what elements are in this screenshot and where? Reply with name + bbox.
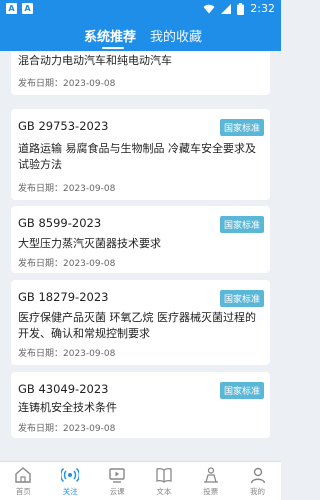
standard-type-badge: 国家标准 (219, 216, 264, 233)
nav-cloud-class[interactable]: 云课 (94, 462, 141, 500)
active-tab-indicator (102, 47, 124, 49)
wifi-icon (203, 4, 215, 13)
standard-card[interactable]: GB 29753-2023 国家标准 道路运输 易腐食品与生物制品 冷藏车安全要… (11, 109, 270, 200)
video-icon (109, 468, 125, 483)
publish-date: 发布日期：2023-09-08 (18, 79, 116, 89)
bottom-navigation: 首页 关注 云课 文本 投票 我的 (0, 461, 281, 500)
people-icon (203, 467, 218, 483)
home-icon (15, 467, 32, 483)
standard-card[interactable]: GB 8599-2023 国家标准 大型压力蒸汽灭菌器技术要求 发布日期：202… (11, 206, 270, 273)
nav-mine[interactable]: 我的 (234, 462, 281, 500)
signal-icon (221, 3, 232, 14)
standard-title: 医疗保健产品灭菌 环氧乙烷 医疗器械灭菌过程的开发、确认和常规控制要求 (18, 311, 256, 340)
status-time: 2:32 (250, 2, 275, 15)
standard-type-badge: 国家标准 (219, 290, 264, 307)
nav-text[interactable]: 文本 (140, 462, 187, 500)
top-tab-bar: 系统推荐 我的收藏 (0, 19, 281, 51)
notification-icon: A (22, 3, 33, 14)
standard-title: 混合动力电动汽车和纯电动汽车 (18, 54, 172, 67)
broadcast-icon (61, 467, 80, 483)
standards-list[interactable]: 混合动力电动汽车和纯电动汽车 发布日期：2023-09-08 GB 29753-… (0, 51, 281, 461)
standard-card[interactable]: GB 43049-2023 国家标准 连铸机安全技术条件 发布日期：2023-0… (11, 372, 270, 438)
standard-code: GB 29753-2023 (18, 119, 109, 133)
nav-home[interactable]: 首页 (0, 462, 47, 500)
publish-date: 发布日期：2023-09-08 (18, 349, 116, 359)
tab-system-recommend[interactable]: 系统推荐 (84, 26, 136, 45)
nav-label: 我的 (250, 487, 266, 496)
standard-code: GB 43049-2023 (18, 382, 109, 396)
status-bar: A A 2:32 (0, 0, 281, 19)
battery-icon (237, 2, 245, 15)
standard-type-badge: 国家标准 (219, 382, 264, 399)
standard-card[interactable]: 混合动力电动汽车和纯电动汽车 发布日期：2023-09-08 (11, 51, 270, 95)
user-icon (250, 467, 265, 484)
standard-title: 大型压力蒸汽灭菌器技术要求 (18, 237, 161, 250)
nav-label: 文本 (156, 487, 172, 496)
nav-follow[interactable]: 关注 (47, 462, 94, 500)
tab-my-favorites[interactable]: 我的收藏 (150, 26, 202, 45)
book-icon (156, 468, 172, 483)
publish-date: 发布日期：2023-09-08 (18, 184, 116, 194)
standard-card[interactable]: GB 18279-2023 国家标准 医疗保健产品灭菌 环氧乙烷 医疗器械灭菌过… (11, 280, 270, 365)
standard-type-badge: 国家标准 (219, 119, 264, 136)
standard-code: GB 8599-2023 (18, 216, 102, 230)
standard-title: 连铸机安全技术条件 (18, 401, 117, 414)
nav-label: 首页 (15, 487, 31, 496)
nav-label: 云课 (109, 487, 125, 496)
publish-date: 发布日期：2023-09-08 (18, 424, 116, 434)
publish-date: 发布日期：2023-09-08 (18, 259, 116, 269)
nav-label: 关注 (62, 487, 78, 496)
standard-title: 道路运输 易腐食品与生物制品 冷藏车安全要求及试验方法 (18, 142, 256, 171)
standard-code: GB 18279-2023 (18, 290, 109, 304)
notification-icon: A (6, 3, 17, 14)
nav-label: 投票 (203, 487, 219, 496)
nav-vote[interactable]: 投票 (187, 462, 234, 500)
